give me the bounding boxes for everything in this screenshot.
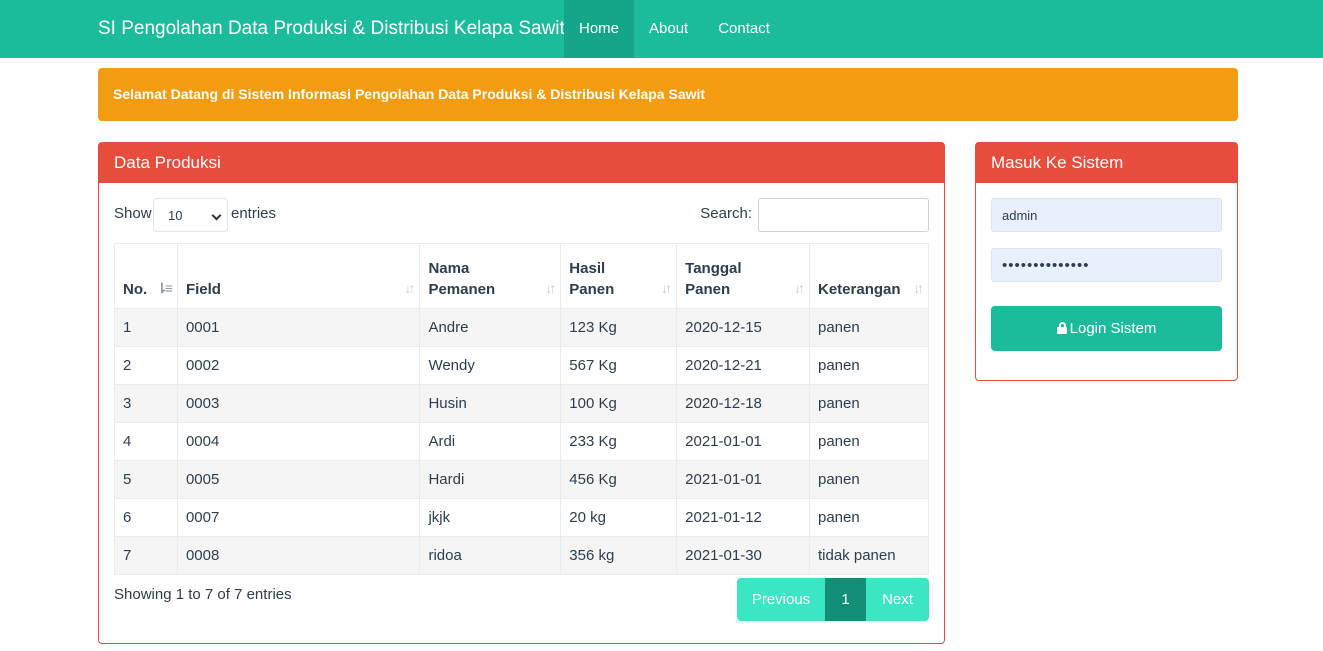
column-header-keterangan[interactable]: Keterangan ↓↑ [809, 243, 929, 309]
table-row: 4 0004 Ardi 233 Kg 2021-01-01 panen [114, 422, 929, 461]
cell-field: 0005 [176, 460, 421, 499]
next-button[interactable]: Next [866, 578, 929, 621]
cell-field: 0001 [176, 308, 421, 347]
cell-no: 5 [114, 460, 178, 499]
cell-field: 0002 [176, 346, 421, 385]
pagination: Previous 1 Next [737, 578, 929, 621]
produksi-panel: Data Produksi Show 10 entries Search: No… [98, 142, 945, 644]
cell-keterangan: panen [809, 308, 929, 347]
page-size-value: 10 [168, 208, 183, 223]
page-1-button[interactable]: 1 [825, 578, 866, 621]
cell-keterangan: panen [809, 384, 929, 423]
nav-home[interactable]: Home [564, 0, 635, 58]
column-header-field[interactable]: Field ↓↑ [176, 243, 421, 309]
cell-tanggal-panen: 2021-01-12 [676, 498, 810, 537]
cell-tanggal-panen: 2021-01-01 [676, 422, 810, 461]
cell-no: 3 [114, 384, 178, 423]
cell-nama-pemanen: Hardi [419, 460, 562, 499]
produksi-panel-title: Data Produksi [99, 143, 944, 183]
table-header-row: No. ⇂≡ Field ↓↑ Nama Pemanen ↓↑ Hasil Pa… [114, 243, 929, 309]
nav-menu: Home About Contact [564, 0, 785, 58]
table-row: 3 0003 Husin 100 Kg 2020-12-18 panen [114, 384, 929, 423]
nav-about[interactable]: About [634, 0, 703, 58]
cell-keterangan: panen [809, 460, 929, 499]
unlock-icon [1056, 322, 1067, 334]
cell-tanggal-panen: 2021-01-30 [676, 536, 810, 575]
table-row: 2 0002 Wendy 567 Kg 2020-12-21 panen [114, 346, 929, 385]
table-row: 1 0001 Andre 123 Kg 2020-12-15 panen [114, 308, 929, 347]
cell-hasil-panen: 567 Kg [560, 346, 678, 385]
login-panel: Masuk Ke Sistem admin •••••••••••••• Log… [975, 142, 1238, 381]
column-header-nama-pemanen[interactable]: Nama Pemanen ↓↑ [419, 243, 562, 309]
login-panel-title: Masuk Ke Sistem [976, 143, 1237, 183]
previous-button[interactable]: Previous [737, 578, 825, 621]
page-size-select[interactable]: 10 [153, 198, 228, 232]
table-row: 5 0005 Hardi 456 Kg 2021-01-01 panen [114, 460, 929, 499]
cell-no: 7 [114, 536, 178, 575]
sort-icon: ↓↑ [913, 280, 924, 296]
login-button[interactable]: Login Sistem [991, 306, 1222, 351]
navbar: SI Pengolahan Data Produksi & Distribusi… [0, 0, 1323, 58]
table-row: 6 0007 jkjk 20 kg 2021-01-12 panen [114, 498, 929, 537]
cell-keterangan: panen [809, 422, 929, 461]
cell-tanggal-panen: 2020-12-18 [676, 384, 810, 423]
cell-no: 6 [114, 498, 178, 537]
cell-field: 0008 [176, 536, 421, 575]
cell-nama-pemanen: Ardi [419, 422, 562, 461]
sort-icon: ↓↑ [404, 280, 415, 296]
cell-nama-pemanen: Andre [419, 308, 562, 347]
chevron-down-icon [211, 210, 222, 221]
cell-hasil-panen: 233 Kg [560, 422, 678, 461]
column-header-tanggal-panen[interactable]: Tanggal Panen ↓↑ [676, 243, 810, 309]
brand-title[interactable]: SI Pengolahan Data Produksi & Distribusi… [98, 0, 565, 58]
cell-no: 4 [114, 422, 178, 461]
cell-hasil-panen: 456 Kg [560, 460, 678, 499]
produksi-table: No. ⇂≡ Field ↓↑ Nama Pemanen ↓↑ Hasil Pa… [114, 243, 929, 575]
sort-icon: ↓↑ [661, 280, 672, 296]
cell-keterangan: tidak panen [809, 536, 929, 575]
cell-no: 1 [114, 308, 178, 347]
table-info: Showing 1 to 7 of 7 entries [114, 586, 292, 603]
search-input[interactable] [758, 198, 929, 232]
cell-tanggal-panen: 2021-01-01 [676, 460, 810, 499]
column-header-no[interactable]: No. ⇂≡ [114, 243, 178, 309]
cell-keterangan: panen [809, 346, 929, 385]
search-label: Search: [700, 205, 752, 222]
sort-icon: ↓↑ [794, 280, 805, 296]
cell-nama-pemanen: jkjk [419, 498, 562, 537]
cell-hasil-panen: 100 Kg [560, 384, 678, 423]
cell-tanggal-panen: 2020-12-21 [676, 346, 810, 385]
sort-ascending-icon: ⇂≡ [156, 280, 173, 296]
cell-field: 0004 [176, 422, 421, 461]
cell-nama-pemanen: Wendy [419, 346, 562, 385]
cell-field: 0007 [176, 498, 421, 537]
nav-contact[interactable]: Contact [703, 0, 785, 58]
cell-hasil-panen: 123 Kg [560, 308, 678, 347]
welcome-alert: Selamat Datang di Sistem Informasi Pengo… [98, 68, 1238, 121]
username-field[interactable]: admin [991, 198, 1222, 232]
cell-no: 2 [114, 346, 178, 385]
table-row: 7 0008 ridoa 356 kg 2021-01-30 tidak pan… [114, 536, 929, 575]
cell-hasil-panen: 20 kg [560, 498, 678, 537]
sort-icon: ↓↑ [545, 280, 556, 296]
cell-field: 0003 [176, 384, 421, 423]
cell-keterangan: panen [809, 498, 929, 537]
login-button-label: Login Sistem [1069, 320, 1157, 337]
column-header-hasil-panen[interactable]: Hasil Panen ↓↑ [560, 243, 678, 309]
cell-hasil-panen: 356 kg [560, 536, 678, 575]
table-controls: Show 10 entries Search: [114, 198, 929, 232]
password-field[interactable]: •••••••••••••• [991, 248, 1222, 282]
cell-nama-pemanen: ridoa [419, 536, 562, 575]
show-label: Show [114, 205, 152, 222]
cell-tanggal-panen: 2020-12-15 [676, 308, 810, 347]
cell-nama-pemanen: Husin [419, 384, 562, 423]
entries-label: entries [231, 205, 277, 222]
